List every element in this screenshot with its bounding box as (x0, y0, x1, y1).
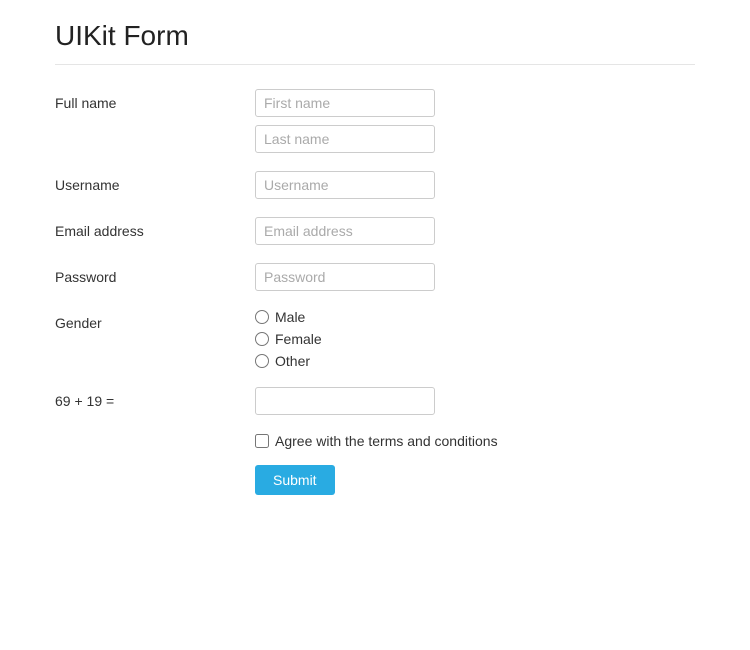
captcha-input[interactable] (255, 387, 435, 415)
gender-female-text: Female (275, 331, 322, 347)
submit-button[interactable]: Submit (255, 465, 335, 495)
password-row: Password (55, 263, 695, 291)
email-label: Email address (55, 217, 255, 239)
email-input[interactable] (255, 217, 435, 245)
first-name-input[interactable] (255, 89, 435, 117)
gender-male-label[interactable]: Male (255, 309, 695, 325)
full-name-label: Full name (55, 89, 255, 111)
gender-male-text: Male (275, 309, 305, 325)
email-controls (255, 217, 695, 245)
full-name-controls (255, 89, 695, 153)
radio-group: Male Female Other (255, 309, 695, 369)
username-label: Username (55, 171, 255, 193)
gender-other-text: Other (275, 353, 310, 369)
gender-label: Gender (55, 309, 255, 331)
submit-row: Submit (255, 465, 695, 495)
username-row: Username (55, 171, 695, 199)
full-name-row: Full name (55, 89, 695, 153)
captcha-controls (255, 387, 695, 415)
username-input[interactable] (255, 171, 435, 199)
captcha-row: 69 + 19 = (55, 387, 695, 415)
last-name-input[interactable] (255, 125, 435, 153)
gender-other-label[interactable]: Other (255, 353, 695, 369)
gender-row: Gender Male Female Other (55, 309, 695, 369)
password-controls (255, 263, 695, 291)
username-controls (255, 171, 695, 199)
page-title: UIKit Form (55, 20, 695, 52)
gender-controls: Male Female Other (255, 309, 695, 369)
uikit-form: Full name Username Email address Passwor… (55, 89, 695, 495)
captcha-label: 69 + 19 = (55, 387, 255, 409)
terms-row: Agree with the terms and conditions (255, 433, 695, 449)
password-label: Password (55, 263, 255, 285)
email-row: Email address (55, 217, 695, 245)
page-container: UIKit Form Full name Username Email addr… (0, 0, 750, 515)
gender-male-radio[interactable] (255, 310, 269, 324)
gender-other-radio[interactable] (255, 354, 269, 368)
terms-label[interactable]: Agree with the terms and conditions (275, 433, 498, 449)
password-input[interactable] (255, 263, 435, 291)
divider (55, 64, 695, 65)
terms-checkbox[interactable] (255, 434, 269, 448)
gender-female-radio[interactable] (255, 332, 269, 346)
gender-female-label[interactable]: Female (255, 331, 695, 347)
